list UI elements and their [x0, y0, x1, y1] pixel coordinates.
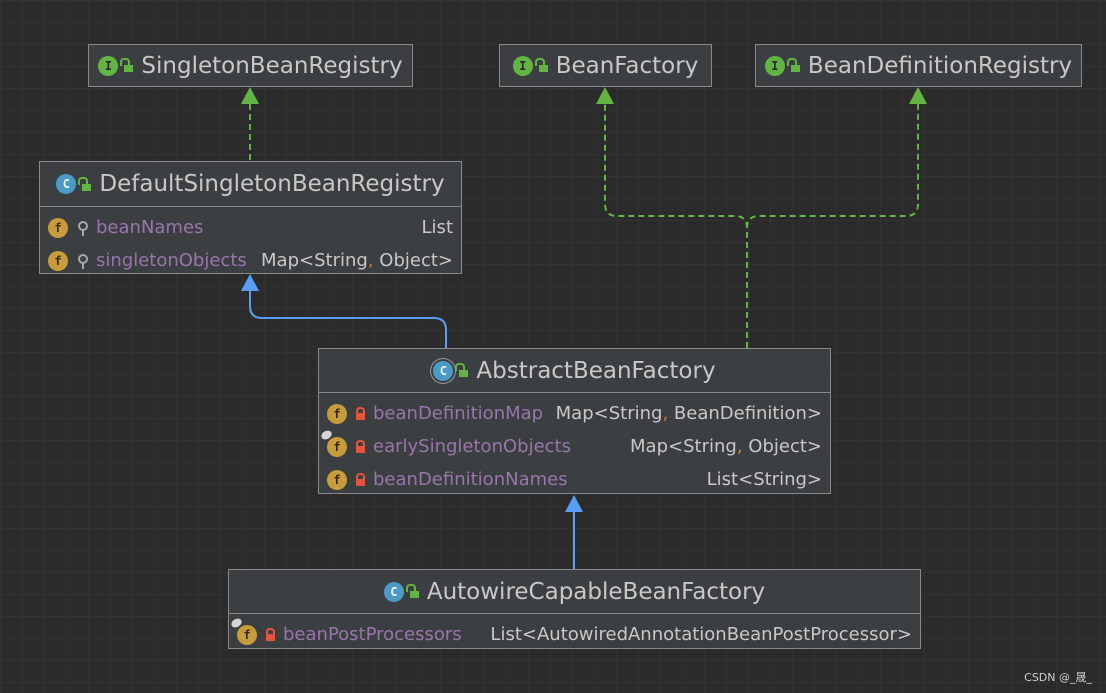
field-type: Map<String, Object>	[251, 250, 453, 271]
field-row[interactable]: f beanDefinitionNames List<String>	[327, 463, 822, 496]
edge-default-singleton-implements-singleton-registry	[241, 87, 259, 160]
node-header: C AutowireCapableBeanFactory	[229, 570, 920, 614]
field-icon: f	[48, 250, 68, 271]
edge-abstract-implements-bean-definition-registry	[746, 87, 927, 229]
node-autowire-capable-bean-factory[interactable]: C AutowireCapableBeanFactory f beanPostP…	[228, 569, 921, 649]
private-lock-icon	[356, 406, 365, 420]
class-icon: C	[383, 581, 404, 602]
interface-icon: I	[512, 55, 533, 76]
field-icon: f	[48, 217, 68, 238]
field-type-part: Map<String	[630, 436, 737, 457]
field-type: Map<String, BeanDefinition>	[546, 403, 822, 424]
node-title: SingletonBeanRegistry	[141, 52, 403, 79]
field-type-part: Map<String	[261, 250, 368, 271]
field-row[interactable]: f earlySingletonObjects Map<String, Obje…	[319, 428, 822, 463]
private-lock-icon	[266, 627, 275, 641]
field-list: f beanNames List f singletonObjects Map<…	[40, 207, 461, 279]
node-bean-definition-registry[interactable]: I BeanDefinitionRegistry	[755, 44, 1082, 87]
public-visibility-icon	[120, 58, 134, 72]
edge-autowire-extends-abstract	[565, 495, 583, 569]
edge-abstract-implements-bean-factory	[596, 87, 748, 348]
field-name: beanDefinitionMap	[373, 403, 544, 424]
package-private-key-icon	[78, 253, 88, 269]
node-header: I BeanFactory	[500, 45, 711, 86]
node-title: BeanFactory	[555, 52, 699, 79]
node-header: I BeanDefinitionRegistry	[756, 45, 1081, 86]
node-default-singleton-bean-registry[interactable]: C DefaultSingletonBeanRegistry f beanNam…	[39, 161, 462, 274]
node-title: BeanDefinitionRegistry	[807, 52, 1073, 79]
field-type: List	[421, 217, 453, 238]
public-visibility-icon	[455, 363, 469, 377]
private-lock-icon	[356, 472, 365, 486]
field-row[interactable]: f beanNames List	[48, 211, 453, 244]
public-visibility-icon	[405, 584, 419, 598]
field-type-part: Object>	[373, 250, 453, 271]
watermark: CSDN @_晟_	[1024, 671, 1092, 684]
interface-icon: I	[98, 55, 119, 76]
node-title: AutowireCapableBeanFactory	[426, 578, 766, 605]
field-type: Map<String, Object>	[620, 436, 822, 457]
field-icon: f	[327, 403, 347, 424]
node-singleton-bean-registry[interactable]: I SingletonBeanRegistry	[88, 44, 413, 87]
package-private-key-icon	[78, 220, 88, 236]
field-type-part: BeanDefinition>	[668, 403, 822, 424]
field-list: f beanPostProcessors List<AutowiredAnnot…	[229, 614, 920, 653]
abstract-class-icon: C	[433, 360, 454, 381]
field-icon: f	[319, 428, 347, 457]
field-icon: f	[327, 469, 347, 490]
node-bean-factory[interactable]: I BeanFactory	[499, 44, 712, 87]
pin-icon	[229, 616, 244, 629]
field-name: beanDefinitionNames	[373, 469, 568, 490]
field-badge-letter: f	[333, 439, 341, 454]
field-row[interactable]: f beanPostProcessors List<AutowiredAnnot…	[229, 616, 912, 651]
field-name: beanPostProcessors	[283, 624, 462, 645]
field-type-part: Object>	[742, 436, 822, 457]
node-title: AbstractBeanFactory	[476, 357, 716, 384]
field-row[interactable]: f beanDefinitionMap Map<String, BeanDefi…	[327, 397, 822, 430]
edge-abstract-extends-default-singleton	[241, 274, 447, 348]
field-type: List<String>	[706, 469, 822, 490]
field-icon: f	[229, 616, 257, 645]
private-lock-icon	[356, 439, 365, 453]
node-title: DefaultSingletonBeanRegistry	[99, 171, 445, 197]
node-abstract-bean-factory[interactable]: C AbstractBeanFactory f beanDefinitionMa…	[318, 348, 831, 494]
field-list: f beanDefinitionMap Map<String, BeanDefi…	[319, 393, 830, 498]
field-row[interactable]: f singletonObjects Map<String, Object>	[48, 244, 453, 277]
public-visibility-icon	[78, 176, 92, 191]
field-type: List<AutowiredAnnotationBeanPostProcesso…	[490, 624, 912, 645]
field-name: singletonObjects	[96, 250, 247, 271]
field-type-part: Map<String	[555, 403, 663, 424]
pin-icon	[319, 428, 334, 441]
public-visibility-icon	[534, 58, 548, 72]
public-visibility-icon	[786, 58, 800, 72]
node-header: C AbstractBeanFactory	[319, 349, 830, 393]
field-name: earlySingletonObjects	[373, 436, 571, 457]
class-icon: C	[56, 174, 77, 194]
interface-icon: I	[764, 55, 785, 76]
field-badge-letter: f	[243, 627, 251, 642]
node-header: I SingletonBeanRegistry	[89, 45, 412, 86]
node-header: C DefaultSingletonBeanRegistry	[40, 162, 461, 207]
field-name: beanNames	[96, 217, 204, 238]
